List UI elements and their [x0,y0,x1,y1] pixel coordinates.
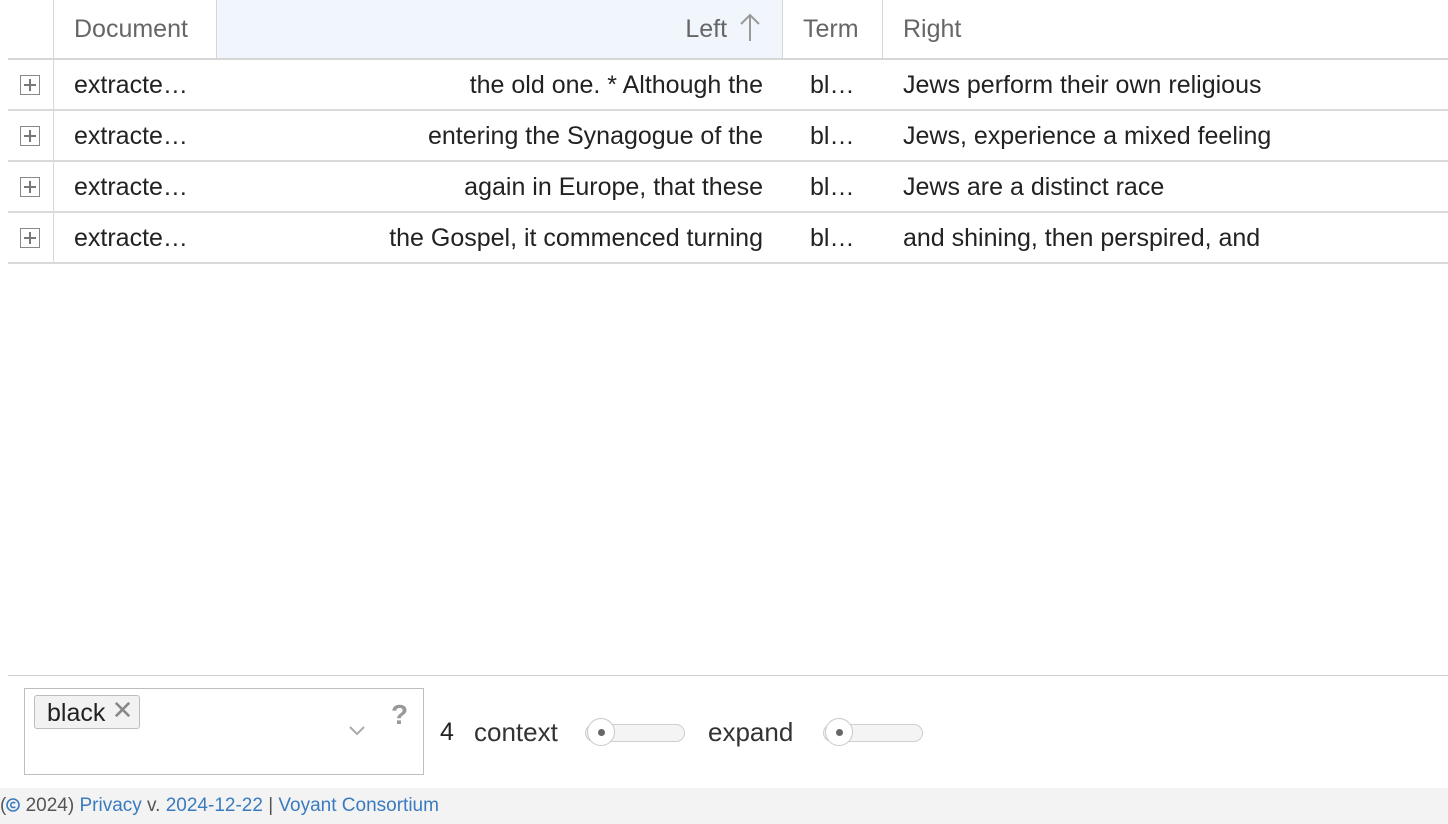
plus-box-icon[interactable] [20,126,40,146]
table-row[interactable]: extracte… the old one. * Although the bl… [8,60,1448,111]
results-count: 4 [440,718,454,746]
cell-right-context: Jews are a distinct race [903,173,1165,201]
column-header-document-label: Document [74,15,188,43]
expander-cell [8,111,54,160]
grid-body: extracte… the old one. * Although the bl… [8,60,1448,264]
cell-document: extracte… [74,71,188,99]
copyright-icon [6,798,21,812]
close-icon[interactable]: ✕ [112,693,134,727]
chevron-down-icon[interactable] [345,721,369,741]
expand-label: expand [708,717,794,747]
cell-left-context: the old one. * Although the [469,71,763,99]
context-slider-handle[interactable] [587,718,615,746]
cell-left-context: the Gospel, it commenced turning [389,224,763,252]
version-link[interactable]: 2024-12-22 [166,795,263,816]
voyant-consortium-link[interactable]: Voyant Consortium [278,795,439,816]
context-slider[interactable] [585,718,685,746]
footer-year: 2024) [20,795,80,816]
cell-left-context: entering the Synagogue of the [428,122,763,150]
table-row[interactable]: extracte… the Gospel, it commenced turni… [8,213,1448,264]
cell-term: bl… [810,122,855,150]
table-row[interactable]: extracte… again in Europe, that these bl… [8,162,1448,213]
column-header-left[interactable]: Left [217,0,783,58]
column-header-right-label: Right [903,15,962,43]
column-header-right[interactable]: Right [883,0,1448,58]
cell-document: extracte… [74,173,188,201]
expander-cell [8,213,54,262]
bottom-toolbar: black ✕ ? 4 context expand [8,676,1448,788]
expander-column-header [8,0,54,58]
privacy-link[interactable]: Privacy [79,795,141,816]
footer-separator: | [262,795,279,816]
plus-box-icon[interactable] [20,177,40,197]
cell-term: bl… [810,173,855,201]
context-label: context [474,717,558,747]
term-tag: black ✕ [34,693,141,729]
grid-header: Document Left Term Right [8,0,1448,60]
contexts-grid: Document Left Term Right extracte… the o… [8,0,1448,676]
column-header-term-label: Term [803,15,859,43]
plus-box-icon[interactable] [20,75,40,95]
expander-cell [8,162,54,211]
column-header-left-label: Left [685,15,728,43]
footer-version-prefix: v. [141,795,166,816]
table-row[interactable]: extracte… entering the Synagogue of the … [8,111,1448,162]
cell-left-context: again in Europe, that these [464,173,763,201]
cell-right-context: Jews perform their own religious [903,71,1262,99]
voyant-contexts-panel: Document Left Term Right extracte… the o… [0,0,1448,824]
arrow-up-icon [740,13,760,42]
cell-term: bl… [810,71,855,99]
footer: ( 2024) Privacy v. 2024-12-22 | Voyant C… [0,788,1448,824]
cell-document: extracte… [74,224,188,252]
term-tag-label: black [47,699,106,727]
cell-right-context: Jews, experience a mixed feeling [903,122,1272,150]
expand-slider[interactable] [823,718,923,746]
cell-right-context: and shining, then perspired, and [903,224,1261,252]
term-tag-field[interactable]: black ✕ ? [24,688,424,775]
expander-cell [8,60,54,109]
column-header-term[interactable]: Term [783,0,883,58]
cell-term: bl… [810,224,855,252]
cell-document: extracte… [74,122,188,150]
column-header-document[interactable]: Document [54,0,217,58]
expand-slider-handle[interactable] [825,718,853,746]
plus-box-icon[interactable] [20,228,40,248]
help-icon[interactable]: ? [391,699,408,731]
